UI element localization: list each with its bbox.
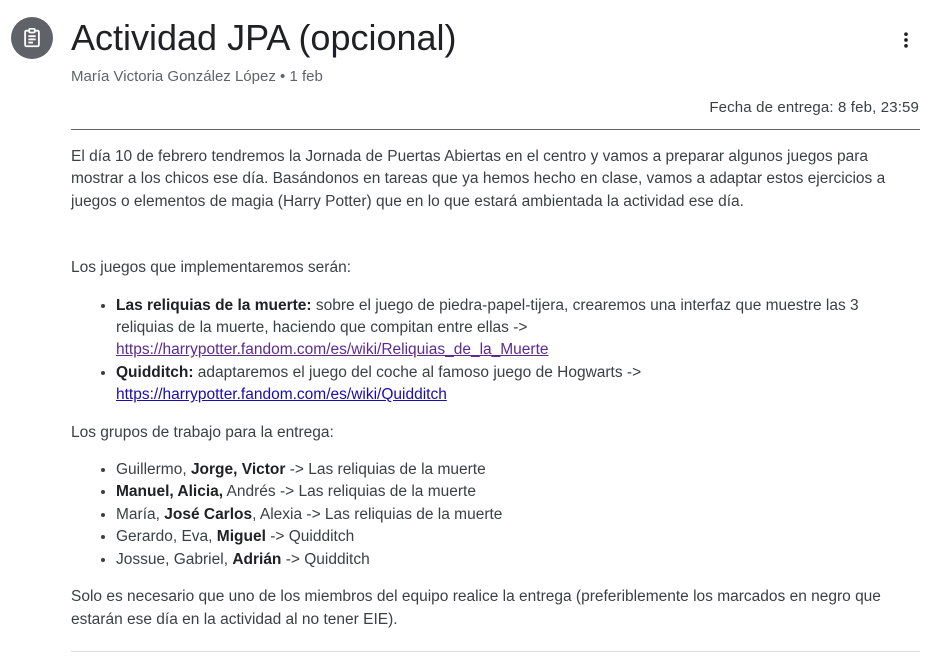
game-name: Las reliquias de la muerte:: [116, 296, 312, 314]
list-item: Manuel, Alicia, Andrés -> Las reliquias …: [116, 481, 920, 503]
due-date: Fecha de entrega: 8 feb, 23:59: [709, 99, 919, 116]
post-date: 1 feb: [289, 68, 323, 85]
groups-list: Guillermo, Jorge, Victor -> Las reliquia…: [71, 459, 920, 571]
game-link[interactable]: https://harrypotter.fandom.com/es/wiki/R…: [116, 341, 549, 358]
group-members-highlighted: José Carlos: [164, 505, 253, 523]
more-vert-icon: [904, 32, 908, 48]
group-assignment: -> Quidditch: [281, 550, 370, 568]
group-members: Guillermo,: [116, 461, 191, 479]
list-item: Quidditch: adaptaremos el juego del coch…: [116, 362, 920, 407]
group-assignment: Andrés -> Las reliquias de la muerte: [223, 483, 476, 501]
footer-note: Solo es necesario que uno de los miembro…: [71, 588, 881, 628]
header-divider: [71, 129, 920, 130]
group-members-highlighted: Manuel, Alicia,: [116, 483, 224, 501]
post-meta: María Victoria González López • 1 feb: [71, 67, 323, 87]
group-members: Jossue, Gabriel,: [116, 550, 233, 568]
assignment-icon: [11, 17, 53, 59]
group-assignment: , Alexia -> Las reliquias de la muerte: [252, 505, 503, 523]
page-title: Actividad JPA (opcional): [71, 17, 457, 58]
group-members: Gerardo, Eva,: [116, 528, 217, 546]
group-members-highlighted: Jorge, Victor: [190, 461, 286, 479]
intro-paragraph: El día 10 de febrero tendremos la Jornad…: [71, 148, 886, 210]
game-link[interactable]: https://harrypotter.fandom.com/es/wiki/Q…: [116, 386, 447, 403]
games-heading: Los juegos que implementaremos serán:: [71, 259, 352, 277]
author-name: María Victoria González López: [71, 68, 276, 85]
list-item: Guillermo, Jorge, Victor -> Las reliquia…: [116, 459, 920, 481]
groups-heading: Los grupos de trabajo para la entrega:: [71, 423, 334, 441]
list-item: Jossue, Gabriel, Adrián -> Quidditch: [116, 549, 920, 571]
game-description: adaptaremos el juego del coche al famoso…: [193, 363, 642, 381]
game-name: Quidditch:: [116, 363, 194, 381]
assignment-description: El día 10 de febrero tendremos la Jornad…: [71, 146, 920, 631]
list-item: Gerardo, Eva, Miguel -> Quidditch: [116, 526, 920, 548]
group-members-highlighted: Adrián: [232, 550, 282, 568]
games-list: Las reliquias de la muerte: sobre el jue…: [71, 295, 920, 407]
group-assignment: -> Las reliquias de la muerte: [285, 461, 486, 479]
group-assignment: -> Quidditch: [265, 528, 355, 546]
group-members: María,: [116, 505, 165, 523]
list-item: María, José Carlos, Alexia -> Las reliqu…: [116, 504, 920, 526]
footer-divider: [71, 651, 920, 652]
group-members-highlighted: Miguel: [216, 528, 266, 546]
more-options-button[interactable]: [888, 22, 924, 58]
list-item: Las reliquias de la muerte: sobre el jue…: [116, 295, 920, 362]
